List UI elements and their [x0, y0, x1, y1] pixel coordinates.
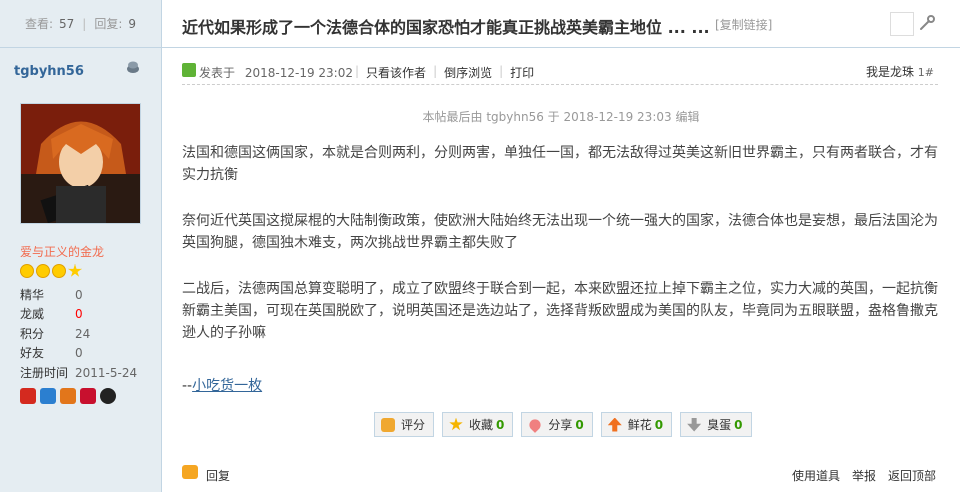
post-content: 法国和德国这俩国家，本就是合则两利，分则两害，单独任一国，都无法敌得过英美这新旧…	[182, 142, 938, 368]
profile-key: 好友	[20, 346, 45, 361]
post-signature: --小吃货一枚	[182, 375, 262, 395]
user-profile-stats: 精华 0 龙威 0 积分 24 好友 0 注册时间 2011-5-24	[20, 286, 137, 383]
online-status-icon	[182, 63, 196, 77]
star-icon	[449, 417, 463, 431]
post-paragraph: 二战后，法德两国总算变聪明了，成立了欧盟终于联合到一起，本来欧盟还拉上掉下霸主之…	[182, 281, 938, 341]
post-actions: 评分 收藏 0 分享 0 鲜花 0 臭蛋 0	[374, 412, 752, 437]
views-count: 57	[59, 16, 75, 31]
post-meta-links: | 只看该作者 | 倒序浏览 | 打印	[348, 64, 534, 81]
thumbs-up-icon	[381, 417, 395, 432]
avatar-image	[21, 104, 140, 223]
profile-value[interactable]: 0	[75, 286, 83, 305]
profile-key: 积分	[20, 326, 45, 341]
replies-label: 回复:	[94, 17, 123, 31]
egg-count: 0	[734, 417, 743, 432]
footer-links: 使用道具 举报 返回顶部	[792, 467, 936, 484]
profile-key: 龙威	[20, 307, 45, 322]
views-label: 查看:	[24, 17, 54, 31]
floor-label: 我是龙珠	[865, 65, 914, 79]
profile-key: 精华	[20, 288, 45, 302]
signature-link[interactable]: 小吃货一枚	[192, 378, 262, 394]
rank-star-icon	[20, 264, 34, 278]
wrench-icon[interactable]	[918, 14, 936, 32]
author-username[interactable]: tgbyhn56	[14, 64, 84, 79]
share-count: 0	[575, 417, 584, 432]
post-paragraph: 奈何近代英国这搅屎棍的大陆制衡政策，使欧洲大陆始终无法出现一个统一强大的国家，法…	[182, 213, 938, 251]
edit-note: 本帖最后由 tgbyhn56 于 2018-12-19 23:03 编辑	[422, 110, 700, 124]
profile-value[interactable]: 0	[75, 344, 83, 363]
profile-value: 2011-5-24	[75, 365, 138, 380]
profile-row-prestige: 龙威 0	[20, 305, 137, 324]
profile-key: 注册时间	[20, 365, 69, 380]
reply-button[interactable]: 回复	[206, 467, 230, 484]
post-meta-row: 发表于 2018-12-19 23:02 | 只看该作者 | 倒序浏览 | 打印…	[182, 59, 938, 85]
print-link[interactable]: 打印	[510, 64, 534, 81]
rate-button[interactable]: 评分	[374, 412, 435, 437]
egg-label: 臭蛋	[707, 418, 732, 432]
select-checkbox[interactable]	[890, 12, 914, 36]
use-tool-link[interactable]: 使用道具	[792, 467, 840, 484]
flower-button[interactable]: 鲜花 0	[600, 412, 673, 437]
arrow-down-icon	[687, 417, 702, 432]
thread-title: 近代如果形成了一个法德合体的国家恐怕才能真正挑战英美霸主地位 ... ...	[182, 18, 710, 37]
copy-link-button[interactable]: [复制链接]	[715, 16, 772, 33]
medal-3-icon[interactable]	[60, 388, 76, 404]
only-author-link[interactable]: 只看该作者	[366, 64, 426, 81]
medal-5-icon[interactable]	[100, 388, 116, 404]
post-floor[interactable]: 我是龙珠 1#	[866, 63, 934, 80]
medal-2-icon[interactable]	[40, 388, 56, 404]
profile-row-friends: 好友 0	[20, 344, 137, 363]
posted-prefix: 发表于	[199, 66, 236, 80]
profile-row-register-date: 注册时间 2011-5-24	[20, 364, 137, 383]
user-group-title: 爱与正义的金龙	[20, 245, 105, 259]
rank-star-icon	[36, 264, 50, 278]
author-sidebar: 查看: 57 | 回复: 9 tgbyhn56 爱与正义的金龙 精华 0 龙威 …	[0, 0, 162, 492]
author-avatar[interactable]	[20, 103, 141, 224]
post-footer: 回复 使用道具 举报 返回顶部	[182, 464, 938, 484]
back-to-top-link[interactable]: 返回顶部	[888, 467, 936, 484]
user-card-icon[interactable]	[126, 60, 140, 74]
stats-divider: |	[82, 16, 87, 31]
flower-count: 0	[654, 417, 664, 432]
post-timestamp: 发表于 2018-12-19 23:02	[199, 64, 353, 81]
profile-value: 0	[75, 307, 83, 322]
egg-button[interactable]: 臭蛋 0	[680, 412, 752, 437]
profile-value[interactable]: 24	[75, 325, 90, 344]
share-button[interactable]: 分享 0	[521, 412, 593, 437]
profile-row-points: 积分 24	[20, 325, 137, 344]
rank-star-icon	[52, 264, 66, 278]
rate-label: 评分	[401, 418, 426, 432]
floor-number: 1#	[917, 66, 934, 79]
favorite-count: 0	[496, 417, 505, 432]
user-level-stars	[20, 264, 82, 278]
reply-icon	[182, 465, 198, 479]
posted-time: 2018-12-19 23:02	[244, 66, 353, 80]
medal-1-icon[interactable]	[20, 388, 36, 404]
report-link[interactable]: 举报	[852, 467, 876, 484]
thread-title-bar: 近代如果形成了一个法德合体的国家恐怕才能真正挑战英美霸主地位 ... ... […	[162, 0, 960, 48]
favorite-button[interactable]: 收藏 0	[442, 412, 514, 437]
heart-icon	[527, 416, 544, 433]
thread-stats: 查看: 57 | 回复: 9	[0, 0, 161, 48]
meta-divider: |	[499, 64, 504, 78]
meta-divider: |	[355, 64, 360, 78]
medal-4-icon[interactable]	[80, 388, 96, 404]
meta-divider: |	[433, 64, 438, 78]
profile-row-digest: 精华 0	[20, 286, 137, 305]
flower-label: 鲜花	[627, 418, 652, 432]
replies-count: 9	[128, 16, 137, 31]
post-paragraph: 法国和德国这俩国家，本就是合则两利，分则两害，单独任一国，都无法敌得过英美这新旧…	[182, 145, 938, 183]
arrow-up-icon	[607, 417, 622, 432]
share-label: 分享	[548, 418, 573, 432]
rank-star-icon	[68, 264, 82, 277]
reverse-order-link[interactable]: 倒序浏览	[444, 64, 492, 81]
user-medals	[20, 388, 116, 404]
post-main: 近代如果形成了一个法德合体的国家恐怕才能真正挑战英美霸主地位 ... ... […	[162, 0, 960, 492]
signature-prefix: --	[182, 378, 193, 394]
favorite-label: 收藏	[469, 418, 494, 432]
